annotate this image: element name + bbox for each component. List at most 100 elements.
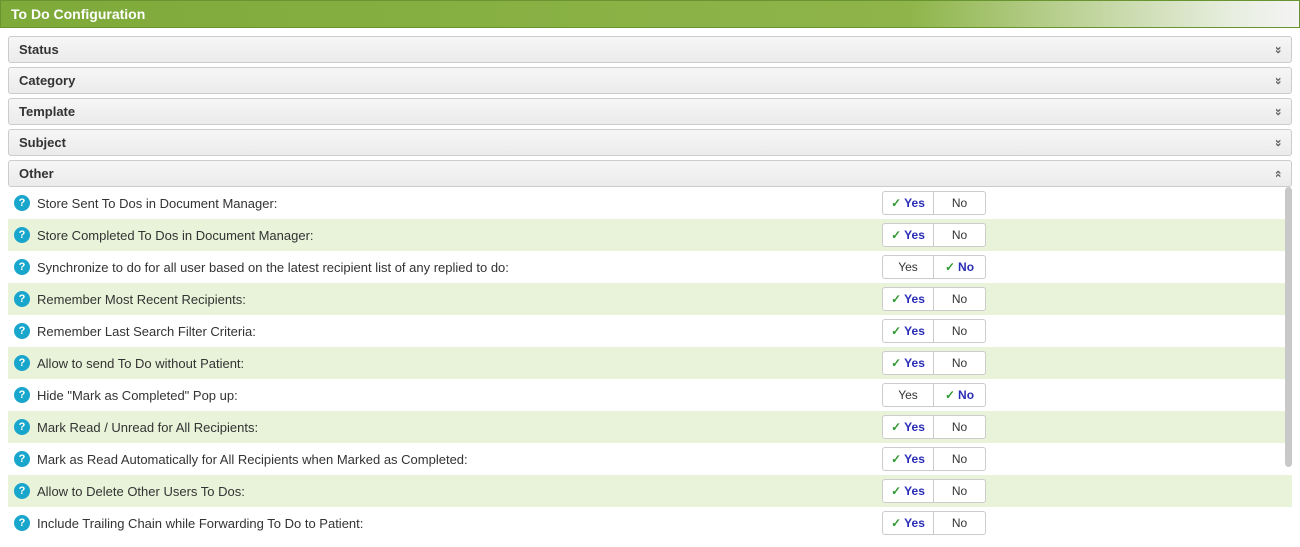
section-header-template[interactable]: Template» bbox=[8, 98, 1292, 125]
help-icon[interactable]: ? bbox=[14, 483, 30, 499]
toggle-yes-button[interactable]: ✓Yes bbox=[882, 191, 934, 215]
toggle-yes-label: Yes bbox=[904, 452, 925, 466]
toggle-no-label: No bbox=[958, 260, 974, 274]
toggle-yes-button[interactable]: Yes bbox=[882, 383, 934, 407]
toggle-no-label: No bbox=[958, 388, 974, 402]
help-icon[interactable]: ? bbox=[14, 387, 30, 403]
panel-title: To Do Configuration bbox=[0, 0, 1300, 28]
help-icon[interactable]: ? bbox=[14, 195, 30, 211]
setting-row: ? Synchronize to do for all user based on… bbox=[8, 251, 1292, 283]
help-icon[interactable]: ? bbox=[14, 515, 30, 531]
setting-label: Remember Last Search Filter Criteria: bbox=[37, 324, 882, 339]
toggle-yes-button[interactable]: ✓Yes bbox=[882, 511, 934, 535]
setting-label: Include Trailing Chain while Forwarding … bbox=[37, 516, 882, 531]
check-icon: ✓ bbox=[945, 389, 955, 401]
setting-row: ? Hide "Mark as Completed" Pop up: Yes ✓No bbox=[8, 379, 1292, 411]
section-label-other: Other bbox=[19, 166, 54, 181]
toggle-no-button[interactable]: No bbox=[934, 287, 986, 311]
help-icon[interactable]: ? bbox=[14, 291, 30, 307]
toggle-yes-button[interactable]: ✓Yes bbox=[882, 447, 934, 471]
yes-no-toggle: ✓Yes No bbox=[882, 447, 986, 471]
chevron-down-icon: » bbox=[1272, 77, 1284, 85]
toggle-yes-label: Yes bbox=[904, 356, 925, 370]
toggle-no-button[interactable]: No bbox=[934, 223, 986, 247]
config-sections: Status»Category»Template»Subject» Other … bbox=[0, 28, 1300, 547]
yes-no-toggle: ✓Yes No bbox=[882, 287, 986, 311]
help-icon[interactable]: ? bbox=[14, 323, 30, 339]
yes-no-toggle: ✓Yes No bbox=[882, 415, 986, 439]
toggle-no-button[interactable]: No bbox=[934, 479, 986, 503]
toggle-no-label: No bbox=[952, 292, 967, 306]
setting-row: ? Store Sent To Dos in Document Manager:✓… bbox=[8, 187, 1292, 219]
toggle-no-button[interactable]: No bbox=[934, 191, 986, 215]
toggle-yes-label: Yes bbox=[904, 324, 925, 338]
setting-label: Hide "Mark as Completed" Pop up: bbox=[37, 388, 882, 403]
section-label: Status bbox=[19, 42, 59, 57]
section-header-other[interactable]: Other « bbox=[8, 160, 1292, 187]
help-icon[interactable]: ? bbox=[14, 355, 30, 371]
toggle-no-label: No bbox=[952, 356, 967, 370]
help-icon[interactable]: ? bbox=[14, 419, 30, 435]
setting-row: ?Mark Read / Unread for All Recipients:✓… bbox=[8, 411, 1292, 443]
yes-no-toggle: ✓YesNo bbox=[882, 191, 986, 215]
toggle-yes-button[interactable]: Yes bbox=[882, 255, 934, 279]
check-icon: ✓ bbox=[891, 517, 901, 529]
check-icon: ✓ bbox=[891, 357, 901, 369]
toggle-yes-button[interactable]: ✓Yes bbox=[882, 415, 934, 439]
toggle-no-button[interactable]: No bbox=[934, 447, 986, 471]
check-icon: ✓ bbox=[945, 261, 955, 273]
toggle-no-button[interactable]: ✓No bbox=[934, 383, 986, 407]
toggle-no-label: No bbox=[952, 420, 967, 434]
toggle-yes-button[interactable]: ✓Yes bbox=[882, 287, 934, 311]
yes-no-toggle: ✓Yes No bbox=[882, 351, 986, 375]
yes-no-toggle: ✓YesNo bbox=[882, 223, 986, 247]
yes-no-toggle: Yes✓No bbox=[882, 255, 986, 279]
chevron-down-icon: » bbox=[1272, 139, 1284, 147]
help-icon[interactable]: ? bbox=[14, 227, 30, 243]
setting-label: Mark Read / Unread for All Recipients: bbox=[37, 420, 882, 435]
toggle-no-button[interactable]: No bbox=[934, 319, 986, 343]
setting-label: Allow to Delete Other Users To Dos: bbox=[37, 484, 882, 499]
toggle-yes-label: Yes bbox=[904, 484, 925, 498]
check-icon: ✓ bbox=[891, 485, 901, 497]
setting-label: Store Sent To Dos in Document Manager: bbox=[37, 196, 882, 211]
check-icon: ✓ bbox=[891, 325, 901, 337]
toggle-no-label: No bbox=[952, 484, 967, 498]
toggle-yes-button[interactable]: ✓Yes bbox=[882, 223, 934, 247]
toggle-no-button[interactable]: No bbox=[934, 415, 986, 439]
toggle-yes-button[interactable]: ✓Yes bbox=[882, 479, 934, 503]
scrollbar-thumb[interactable] bbox=[1285, 187, 1292, 467]
setting-label: Allow to send To Do without Patient: bbox=[37, 356, 882, 371]
yes-no-toggle: Yes ✓No bbox=[882, 383, 986, 407]
setting-row: ? Remember Most Recent Recipients:✓Yes No bbox=[8, 283, 1292, 315]
setting-label: Remember Most Recent Recipients: bbox=[37, 292, 882, 307]
toggle-yes-button[interactable]: ✓Yes bbox=[882, 319, 934, 343]
yes-no-toggle: ✓Yes No bbox=[882, 319, 986, 343]
chevron-up-icon: « bbox=[1272, 170, 1284, 178]
toggle-yes-label: Yes bbox=[898, 388, 918, 402]
section-header-category[interactable]: Category» bbox=[8, 67, 1292, 94]
check-icon: ✓ bbox=[891, 453, 901, 465]
setting-row: ?Allow to Delete Other Users To Dos:✓Yes… bbox=[8, 475, 1292, 507]
setting-row: ?Allow to send To Do without Patient:✓Ye… bbox=[8, 347, 1292, 379]
setting-label: Synchronize to do for all user based on … bbox=[37, 260, 882, 275]
yes-no-toggle: ✓Yes No bbox=[882, 479, 986, 503]
scrollbar[interactable] bbox=[1284, 187, 1292, 539]
check-icon: ✓ bbox=[891, 229, 901, 241]
toggle-no-label: No bbox=[952, 324, 967, 338]
help-icon[interactable]: ? bbox=[14, 451, 30, 467]
toggle-no-button[interactable]: No bbox=[934, 511, 986, 535]
toggle-no-button[interactable]: No bbox=[934, 351, 986, 375]
section-label: Template bbox=[19, 104, 75, 119]
toggle-no-label: No bbox=[952, 452, 967, 466]
setting-label: Store Completed To Dos in Document Manag… bbox=[37, 228, 882, 243]
help-icon[interactable]: ? bbox=[14, 259, 30, 275]
toggle-yes-label: Yes bbox=[904, 228, 925, 242]
toggle-no-label: No bbox=[952, 516, 967, 530]
toggle-no-button[interactable]: ✓No bbox=[934, 255, 986, 279]
section-header-subject[interactable]: Subject» bbox=[8, 129, 1292, 156]
section-header-status[interactable]: Status» bbox=[8, 36, 1292, 63]
check-icon: ✓ bbox=[891, 421, 901, 433]
yes-no-toggle: ✓Yes No bbox=[882, 511, 986, 535]
toggle-yes-button[interactable]: ✓Yes bbox=[882, 351, 934, 375]
